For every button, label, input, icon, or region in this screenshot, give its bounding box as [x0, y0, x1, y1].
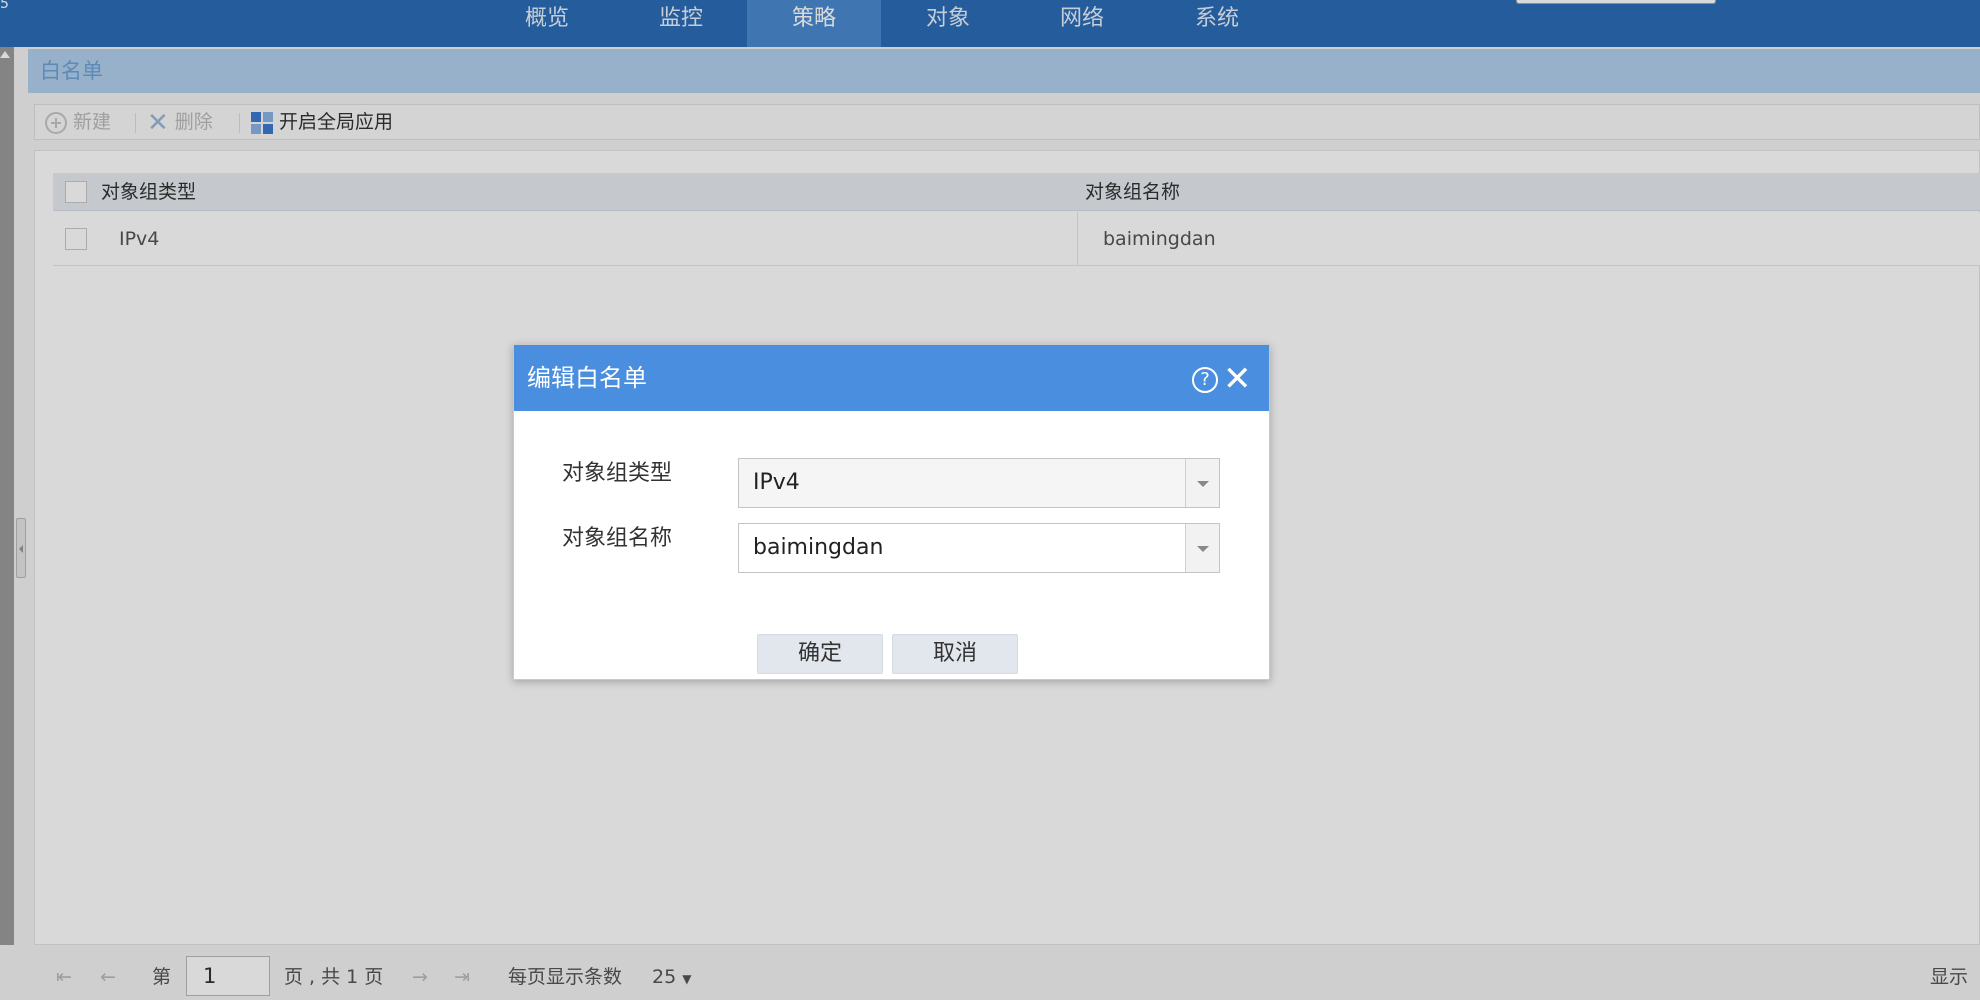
object-group-type-select[interactable]: IPv4	[738, 458, 1220, 508]
help-icon[interactable]: ?	[1192, 367, 1218, 393]
confirm-button[interactable]: 确定	[757, 634, 883, 674]
chevron-down-icon[interactable]	[1185, 524, 1219, 572]
object-group-type-label: 对象组类型	[562, 461, 673, 486]
object-group-name-value: baimingdan	[753, 535, 884, 560]
object-group-type-value: IPv4	[753, 470, 800, 495]
dialog-title: 编辑白名单	[527, 364, 647, 392]
close-icon[interactable]: ✕	[1223, 359, 1252, 399]
cancel-button[interactable]: 取消	[892, 634, 1018, 674]
object-group-name-label: 对象组名称	[562, 526, 673, 551]
object-group-name-select[interactable]: baimingdan	[738, 523, 1220, 573]
edit-whitelist-dialog: 编辑白名单 ? ✕ 对象组类型 IPv4 对象组名称 baimingdan 确定…	[513, 344, 1270, 680]
chevron-down-icon[interactable]	[1185, 459, 1219, 507]
dialog-header: 编辑白名单 ? ✕	[514, 345, 1269, 411]
